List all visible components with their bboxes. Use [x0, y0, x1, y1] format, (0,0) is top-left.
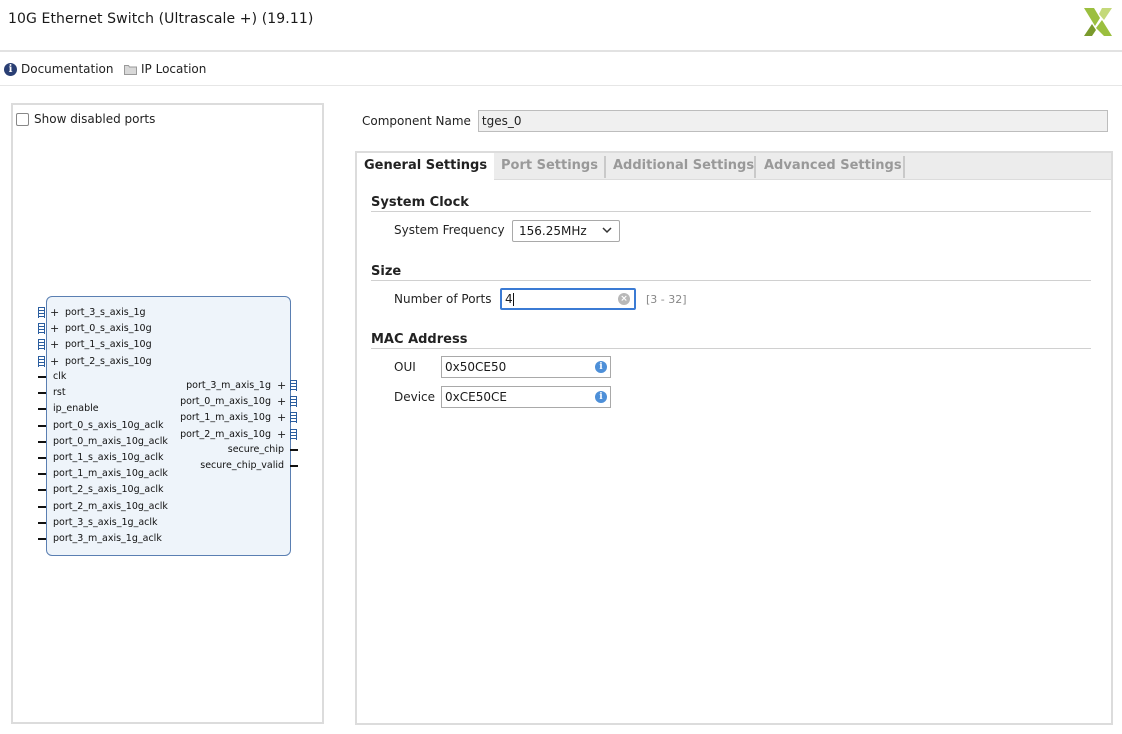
chevron-down-icon — [602, 227, 612, 234]
checkbox-box[interactable] — [16, 112, 29, 126]
clear-icon[interactable]: × — [618, 293, 630, 305]
system-clock-heading: System Clock — [371, 195, 469, 210]
port-pin — [38, 424, 46, 427]
expand-plus-icon: + — [50, 306, 60, 319]
port-label: port_0_s_axis_10g — [65, 323, 152, 335]
tab-additional-settings[interactable]: Additional Settings — [606, 153, 761, 180]
port-label: port_1_m_axis_10g — [180, 412, 271, 424]
component-name-label: Component Name — [362, 114, 471, 128]
ports-range-hint: [3 - 32] — [646, 293, 687, 306]
port-pin — [38, 505, 46, 508]
folder-icon — [124, 64, 137, 75]
port-pin — [38, 408, 46, 411]
xilinx-logo-icon — [1084, 8, 1112, 36]
port-label: port_2_m_axis_10g — [180, 428, 271, 440]
port-label: secure_chip — [227, 444, 284, 455]
settings-tabs-panel: General Settings Port Settings Additiona… — [355, 151, 1113, 725]
expand-plus-icon: + — [277, 427, 287, 441]
port-pin — [38, 392, 46, 395]
oui-label: OUI — [394, 360, 416, 374]
info-icon[interactable]: i — [595, 361, 607, 373]
port-label: ip_enable — [53, 403, 99, 415]
dialog-header: 10G Ethernet Switch (Ultrascale +) (19.1… — [0, 0, 1122, 52]
device-label: Device — [394, 390, 436, 404]
port-label: port_0_m_axis_10g_aclk — [53, 435, 168, 447]
port-label: port_0_s_axis_10g_aclk — [53, 419, 164, 431]
bus-pin-icon — [290, 396, 297, 408]
oui-value: 0x50CE50 — [445, 360, 507, 374]
ip-location-label: IP Location — [141, 62, 207, 76]
number-of-ports-value: 4 — [505, 292, 513, 306]
tab-port-settings[interactable]: Port Settings — [494, 153, 605, 180]
section-divider — [371, 280, 1091, 281]
expand-plus-icon: + — [277, 411, 287, 425]
bus-pin-icon — [290, 380, 297, 391]
component-name-row: Component Name tges_0 — [362, 110, 1108, 132]
port-pin — [290, 449, 298, 451]
component-name-input[interactable]: tges_0 — [477, 110, 1108, 132]
port-label: port_0_m_axis_10g — [180, 396, 271, 408]
port-label: port_1_s_axis_10g — [65, 339, 152, 351]
section-divider — [371, 348, 1091, 349]
tab-separator — [903, 156, 905, 178]
bus-pin-icon — [38, 355, 45, 367]
device-input[interactable]: 0xCE50CE i — [441, 386, 611, 408]
system-frequency-value: 156.25MHz — [519, 224, 587, 238]
number-of-ports-input[interactable]: 4 × — [500, 288, 636, 310]
port-pin — [290, 465, 298, 468]
port-pin — [38, 376, 46, 378]
bus-pin-icon — [290, 428, 297, 440]
bus-pin-icon — [38, 307, 45, 318]
bus-pin-icon — [38, 323, 45, 335]
bus-pin-icon — [290, 412, 297, 424]
tab-bar: General Settings Port Settings Additiona… — [357, 153, 1111, 181]
port-label: port_2_s_axis_10g — [65, 355, 152, 367]
device-value: 0xCE50CE — [445, 390, 507, 404]
mac-address-heading: MAC Address — [371, 332, 468, 347]
documentation-label: Documentation — [21, 62, 114, 76]
port-label: rst — [53, 387, 66, 399]
tab-advanced-settings[interactable]: Advanced Settings — [757, 153, 909, 180]
port-label: port_1_s_axis_10g_aclk — [53, 452, 164, 463]
port-pin — [38, 489, 46, 492]
port-label: port_1_m_axis_10g_aclk — [53, 468, 168, 480]
port-pin — [38, 521, 46, 524]
port-pin — [38, 538, 46, 540]
system-frequency-label: System Frequency — [394, 223, 505, 237]
ip-location-link[interactable]: IP Location — [124, 62, 206, 76]
documentation-link[interactable]: i Documentation — [4, 62, 114, 76]
expand-plus-icon: + — [50, 354, 60, 368]
tab-general-settings[interactable]: General Settings — [357, 153, 495, 181]
port-label: port_3_m_axis_1g_aclk — [53, 533, 162, 544]
tab-separator — [754, 156, 756, 178]
show-disabled-ports-label: Show disabled ports — [34, 112, 156, 126]
port-label: port_3_m_axis_1g — [186, 380, 271, 391]
toolbar: i Documentation IP Location — [0, 54, 1122, 86]
bus-pin-icon — [38, 339, 45, 351]
port-pin — [38, 457, 46, 459]
port-label: port_2_m_axis_10g_aclk — [53, 500, 168, 512]
port-label: clk — [53, 371, 67, 382]
port-pin — [38, 473, 46, 476]
expand-plus-icon: + — [277, 395, 287, 409]
expand-plus-icon: + — [50, 322, 60, 336]
show-disabled-ports-checkbox[interactable]: Show disabled ports — [16, 112, 155, 126]
info-icon[interactable]: i — [595, 391, 607, 403]
expand-plus-icon: + — [277, 379, 287, 392]
port-pin — [38, 440, 46, 443]
size-heading: Size — [371, 264, 402, 279]
section-divider — [371, 211, 1091, 212]
port-label: secure_chip_valid — [200, 460, 284, 472]
port-label: port_2_s_axis_10g_aclk — [53, 484, 164, 496]
port-label: port_3_s_axis_1g_aclk — [53, 516, 158, 528]
expand-plus-icon: + — [50, 338, 60, 352]
info-icon: i — [4, 62, 17, 76]
port-label: port_3_s_axis_1g — [65, 307, 146, 318]
number-of-ports-label: Number of Ports — [394, 292, 492, 306]
window-title: 10G Ethernet Switch (Ultrascale +) (19.1… — [8, 11, 314, 27]
system-frequency-select[interactable]: 156.25MHz — [512, 220, 620, 242]
oui-input[interactable]: 0x50CE50 i — [441, 356, 611, 378]
